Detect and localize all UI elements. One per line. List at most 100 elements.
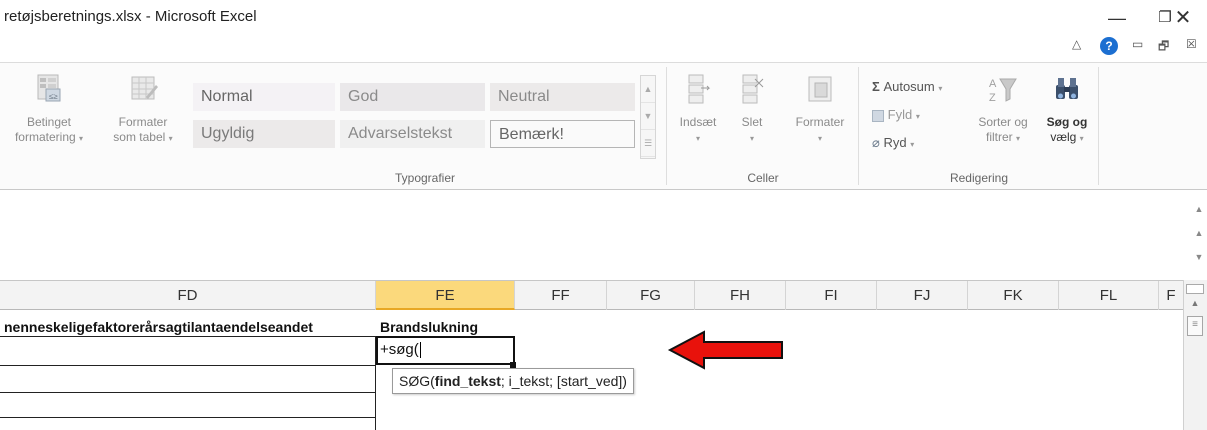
tooltip-current-arg[interactable]: find_tekst bbox=[435, 373, 501, 389]
scroll-mid-icon[interactable]: ▲ bbox=[1191, 221, 1207, 245]
cell-border bbox=[0, 392, 376, 393]
style-note[interactable]: Bemærk! bbox=[490, 120, 635, 148]
conditional-formatting-button[interactable]: ≤≥ Betinget formatering ▾ bbox=[4, 73, 94, 146]
workbook-restore-icon[interactable]: 🗗 bbox=[1158, 37, 1169, 58]
format-as-table-label-2: som tabel bbox=[113, 130, 166, 144]
chevron-down-icon: ▾ bbox=[168, 134, 173, 143]
formula-bar-area bbox=[0, 191, 1207, 278]
column-header-fg[interactable]: FG bbox=[607, 281, 695, 310]
style-good[interactable]: God bbox=[340, 83, 485, 111]
find-select-button[interactable]: Søg og vælg ▾ bbox=[1038, 73, 1096, 146]
scroll-thumb[interactable]: ≡ bbox=[1187, 316, 1203, 336]
editing-group-label: Redigering bbox=[949, 171, 1009, 185]
scroll-down-icon[interactable]: ▼ bbox=[1191, 245, 1207, 269]
fill-label: Fyld bbox=[887, 107, 913, 122]
gallery-up-icon[interactable]: ▲ bbox=[641, 76, 655, 103]
cell-border bbox=[0, 336, 376, 337]
autosum-button[interactable]: Σ Autosum ▾ bbox=[872, 79, 942, 94]
insert-button[interactable]: Indsæt ▾ bbox=[672, 73, 724, 146]
split-box[interactable] bbox=[1186, 284, 1204, 294]
style-gallery-scroll[interactable]: ▲ ▼ ☰ bbox=[640, 75, 656, 159]
ribbon-top-controls: △ ? ▭ 🗗 ☒ bbox=[1060, 37, 1207, 59]
tooltip-function-name: SØG( bbox=[399, 373, 435, 389]
formula-bar-scroll[interactable]: ▲ ▲ ▼ bbox=[1191, 197, 1207, 275]
find-select-label-1: Søg og bbox=[1046, 115, 1088, 129]
worksheet-grid[interactable]: nenneskeligefaktorerårsagtilantaendelsea… bbox=[0, 311, 1183, 430]
fill-down-icon bbox=[872, 109, 884, 122]
eraser-icon: ⌀ bbox=[872, 135, 880, 150]
workbook-minimize-icon[interactable]: ▭ bbox=[1132, 37, 1143, 51]
minimize-button[interactable]: — bbox=[1100, 4, 1134, 32]
delete-button[interactable]: Slet ▾ bbox=[730, 73, 774, 146]
workbook-close-icon[interactable]: ☒ bbox=[1186, 37, 1197, 51]
chevron-down-icon: ▾ bbox=[817, 134, 822, 143]
format-as-table-label-1: Formater bbox=[118, 115, 168, 129]
column-headers: FD FE FF FG FH FI FJ FK FL F bbox=[0, 280, 1183, 310]
column-header-fd[interactable]: FD bbox=[0, 281, 376, 310]
cell-fe-header[interactable]: Brandslukning bbox=[380, 319, 478, 335]
clear-button[interactable]: ⌀ Ryd ▾ bbox=[872, 135, 914, 151]
function-tooltip[interactable]: SØG(find_tekst; i_tekst; [start_ved]) bbox=[392, 368, 634, 394]
chevron-down-icon: ▾ bbox=[915, 112, 920, 121]
sort-filter-label-2: filtrer bbox=[985, 130, 1013, 144]
group-separator bbox=[1098, 67, 1099, 185]
conditional-formatting-icon: ≤≥ bbox=[37, 74, 61, 102]
style-neutral[interactable]: Neutral bbox=[490, 83, 635, 111]
sort-filter-label-1: Sorter og bbox=[978, 115, 1028, 129]
insert-cells-icon bbox=[688, 74, 711, 104]
column-header-fk[interactable]: FK bbox=[968, 281, 1059, 310]
gallery-down-icon[interactable]: ▼ bbox=[641, 103, 655, 130]
chevron-down-icon: ▾ bbox=[695, 134, 700, 143]
clear-label: Ryd bbox=[883, 135, 907, 150]
style-bad[interactable]: Ugyldig bbox=[193, 120, 335, 148]
column-header-fj[interactable]: FJ bbox=[877, 281, 968, 310]
excel-window: retøjsberetnings.xlsx - Microsoft Excel … bbox=[0, 0, 1207, 430]
chevron-down-icon: ▾ bbox=[749, 134, 754, 143]
styles-group-label: Typografier bbox=[394, 171, 456, 185]
text-caret bbox=[419, 342, 421, 359]
group-separator bbox=[666, 67, 667, 185]
sort-filter-button[interactable]: A Z Sorter og filtrer ▾ bbox=[968, 73, 1038, 146]
column-header-fi[interactable]: FI bbox=[786, 281, 877, 310]
chevron-down-icon: ▾ bbox=[1016, 134, 1021, 143]
column-header-fl[interactable]: FL bbox=[1059, 281, 1159, 310]
find-select-label-2: vælg bbox=[1050, 130, 1077, 144]
format-as-table-button[interactable]: Formater som tabel ▾ bbox=[100, 73, 186, 146]
close-button[interactable]: ✕ bbox=[1166, 4, 1200, 32]
cell-border bbox=[0, 417, 376, 418]
format-cells-icon bbox=[808, 76, 832, 102]
binoculars-icon bbox=[1056, 78, 1078, 99]
insert-label: Indsæt bbox=[679, 115, 717, 129]
cell-fd-header[interactable]: nenneskeligefaktorerårsagtilantaendelsea… bbox=[4, 319, 313, 335]
chevron-down-icon: ▾ bbox=[938, 84, 943, 93]
style-warning[interactable]: Advarselstekst bbox=[340, 120, 485, 148]
format-cells-button[interactable]: Formater ▾ bbox=[782, 73, 858, 146]
chevron-down-icon: ▾ bbox=[79, 134, 84, 143]
column-header-fm[interactable]: F bbox=[1159, 281, 1183, 310]
cell-border bbox=[0, 365, 376, 366]
svg-text:Z: Z bbox=[989, 92, 996, 104]
title-bar: retøjsberetnings.xlsx - Microsoft Excel … bbox=[0, 0, 1207, 36]
cell-edit-text[interactable]: +søg( bbox=[380, 341, 421, 359]
red-arrow-icon bbox=[667, 330, 783, 370]
help-icon[interactable]: ? bbox=[1100, 37, 1118, 55]
conditional-formatting-label-1: Betinget bbox=[26, 115, 72, 129]
delete-label: Slet bbox=[741, 115, 763, 129]
collapse-ribbon-icon[interactable]: △ bbox=[1072, 37, 1081, 51]
fill-button[interactable]: Fyld ▾ bbox=[872, 107, 920, 122]
group-separator bbox=[858, 67, 859, 185]
format-as-table-icon bbox=[131, 76, 158, 100]
chevron-down-icon: ▾ bbox=[910, 140, 915, 149]
svg-text:≤≥: ≤≥ bbox=[49, 92, 58, 101]
svg-text:A: A bbox=[989, 78, 997, 90]
column-header-fe[interactable]: FE bbox=[376, 281, 515, 310]
window-title: retøjsberetnings.xlsx - Microsoft Excel bbox=[4, 8, 257, 25]
style-normal[interactable]: Normal bbox=[193, 83, 335, 111]
vertical-scrollbar[interactable]: ▲ ≡ bbox=[1183, 280, 1207, 430]
scroll-up-icon[interactable]: ▲ bbox=[1184, 298, 1206, 308]
autosum-label: Autosum bbox=[883, 79, 935, 94]
scroll-up-icon[interactable]: ▲ bbox=[1191, 197, 1207, 221]
column-header-fh[interactable]: FH bbox=[695, 281, 786, 310]
column-header-ff[interactable]: FF bbox=[515, 281, 607, 310]
gallery-more-icon[interactable]: ☰ bbox=[641, 130, 655, 157]
